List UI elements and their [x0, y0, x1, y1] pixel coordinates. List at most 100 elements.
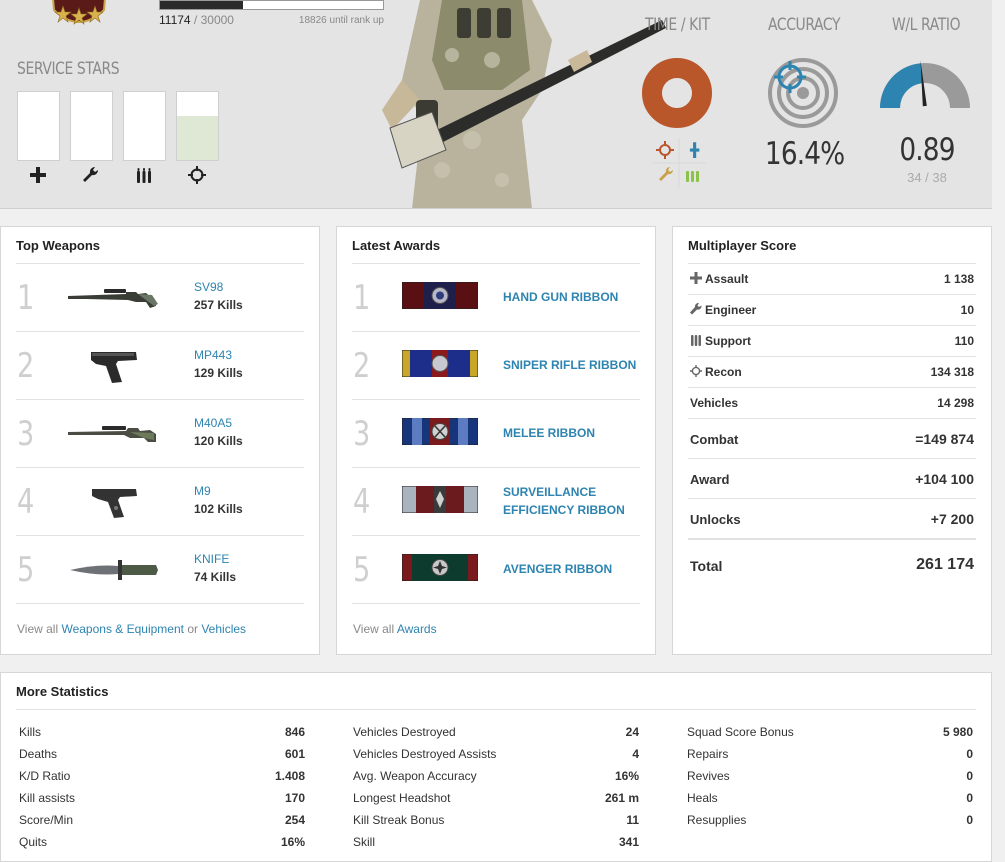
score-value: 14 298: [937, 396, 974, 410]
award-row[interactable]: 3 MELEE RIBBON: [352, 400, 640, 468]
score-row-vehicles: Vehicles 14 298: [688, 388, 976, 419]
score-label: Engineer: [690, 303, 756, 317]
stat-row: Resupplies 0: [685, 811, 975, 833]
weapon-name-link[interactable]: M40A5: [194, 416, 232, 430]
award-name[interactable]: SURVEILLANCE: [503, 485, 596, 499]
weapon-row[interactable]: 1 SV98 257 Kills: [16, 264, 304, 332]
stat-value: 0: [966, 769, 973, 783]
stat-row: Heals 0: [685, 789, 975, 811]
weapon-row[interactable]: 5 KNIFE 74 Kills: [16, 536, 304, 604]
accuracy-title: ACCURACY: [768, 15, 841, 35]
stat-row: Revives 0: [685, 767, 975, 789]
stat-row: Quits 16%: [17, 833, 307, 855]
stat-row: Avg. Weapon Accuracy 16%: [351, 767, 641, 789]
stat-value: 170: [284, 791, 305, 805]
stat-value: 0: [966, 791, 973, 805]
award-row[interactable]: 4 SURVEILLANCE EFFICIENCY RIBBON: [352, 468, 640, 536]
score-value: 110: [954, 334, 974, 348]
award-name-link[interactable]: SURVEILLANCE EFFICIENCY RIBBON: [503, 483, 625, 519]
stat-label: Quits: [19, 835, 48, 849]
score-label: Vehicles: [690, 396, 739, 410]
award-rank: 2: [353, 346, 371, 386]
weapons-equipment-link[interactable]: Weapons & Equipment: [61, 622, 184, 636]
score-value: 134 318: [930, 365, 974, 379]
award-name[interactable]: SNIPER RIFLE RIBBON: [503, 358, 636, 372]
avenger-ribbon-icon: [402, 554, 478, 581]
more-statistics-title: More Statistics: [16, 684, 109, 699]
award-name[interactable]: HAND GUN RIBBON: [503, 290, 618, 304]
awards-link[interactable]: Awards: [397, 622, 437, 636]
time-kit-donut-chart: [642, 58, 712, 128]
award-name[interactable]: MELEE RIBBON: [503, 426, 595, 440]
pistol-icon: [91, 352, 137, 383]
stat-label: Kills: [19, 725, 42, 739]
award-row[interactable]: 5 AVENGER RIBBON: [352, 536, 640, 604]
weapon-rank: 1: [17, 278, 35, 318]
award-row[interactable]: 1 HAND GUN RIBBON: [352, 264, 640, 332]
rank-xp-total: / 30000: [190, 13, 234, 27]
weapon-rank: 4: [17, 482, 35, 522]
weapon-name-link[interactable]: SV98: [194, 280, 223, 294]
award-name-line2[interactable]: EFFICIENCY RIBBON: [503, 503, 625, 517]
score-value: +104 100: [915, 471, 974, 487]
view-all-weapons: View all Weapons & Equipment or Vehicles: [17, 622, 246, 636]
kit-icons-grid: [652, 138, 706, 188]
ammo-icon: [691, 335, 701, 346]
multiplayer-score-panel: Multiplayer Score Assault 1 138 Engineer…: [672, 226, 992, 655]
weapon-name-link[interactable]: KNIFE: [194, 552, 229, 566]
score-row-engineer: Engineer 10: [688, 295, 976, 326]
score-row-support: Support 110: [688, 326, 976, 357]
rank-progress-bar: [159, 0, 384, 10]
score-row-award: Award +104 100: [688, 459, 976, 499]
view-all-or: or: [184, 622, 202, 636]
profile-hero: 11174 / 30000 18826 until rank up SERVIC…: [0, 0, 992, 209]
stat-label: Revives: [687, 769, 730, 783]
award-name-link[interactable]: HAND GUN RIBBON: [503, 288, 618, 306]
stat-label: Kill Streak Bonus: [353, 813, 445, 827]
sniper-rifle-icon: [68, 289, 158, 308]
latest-awards-panel: Latest Awards 1 HAND GUN RIBBON 2 SNIPER…: [336, 226, 656, 655]
surveillance-efficiency-ribbon-icon: [402, 486, 478, 513]
weapon-row[interactable]: 4 M9 102 Kills: [16, 468, 304, 536]
weapon-row[interactable]: 3 M40A5 120 Kills: [16, 400, 304, 468]
stat-label: Repairs: [687, 747, 729, 761]
stats-column-2: Vehicles Destroyed 24 Vehicles Destroyed …: [351, 723, 641, 855]
stat-row: K/D Ratio 1.408: [17, 767, 307, 789]
wrench-icon: [690, 303, 702, 315]
weapon-name-link[interactable]: M9: [194, 484, 211, 498]
stat-value: 0: [966, 747, 973, 761]
stat-value: 11: [626, 813, 639, 827]
score-label-text: Engineer: [705, 303, 757, 317]
service-star-assault: [17, 91, 60, 161]
award-name[interactable]: AVENGER RIBBON: [503, 562, 612, 576]
time-kit-title: TIME / KIT: [645, 15, 710, 35]
sniper-rifle-icon: [68, 426, 156, 442]
score-value: 261 174: [916, 556, 974, 573]
award-name-link[interactable]: SNIPER RIFLE RIBBON: [503, 356, 636, 374]
crosshair-icon: [690, 365, 702, 377]
weapon-rank: 3: [17, 414, 35, 454]
weapon-row[interactable]: 2 MP443 129 Kills: [16, 332, 304, 400]
stat-row: Kills 846: [17, 723, 307, 745]
stat-label: Deaths: [19, 747, 58, 761]
stat-row: Repairs 0: [685, 745, 975, 767]
service-stars-title: SERVICE STARS: [17, 59, 120, 79]
ammo-icon: [137, 168, 151, 183]
wrench-icon: [83, 166, 99, 182]
award-row[interactable]: 2 SNIPER RIFLE RIBBON: [352, 332, 640, 400]
rank-xp-text: 11174 / 30000: [159, 13, 234, 27]
knife-icon: [70, 560, 158, 580]
weapon-kills: 129 Kills: [194, 366, 243, 380]
weapon-name-link[interactable]: MP443: [194, 348, 232, 362]
top-weapons-panel: Top Weapons 1 SV98 257 Kills 2 MP443 129…: [0, 226, 320, 655]
stat-label: Avg. Weapon Accuracy: [353, 769, 477, 783]
pistol-icon: [92, 489, 137, 518]
melee-ribbon-icon: [402, 418, 478, 445]
vehicles-link[interactable]: Vehicles: [201, 622, 246, 636]
award-name-link[interactable]: MELEE RIBBON: [503, 424, 595, 442]
stat-value: 261 m: [604, 791, 639, 805]
award-name-link[interactable]: AVENGER RIBBON: [503, 560, 612, 578]
stat-row: Longest Headshot 261 m: [351, 789, 641, 811]
weapon-kills: 120 Kills: [194, 434, 243, 448]
stat-value: 5 980: [942, 725, 973, 739]
